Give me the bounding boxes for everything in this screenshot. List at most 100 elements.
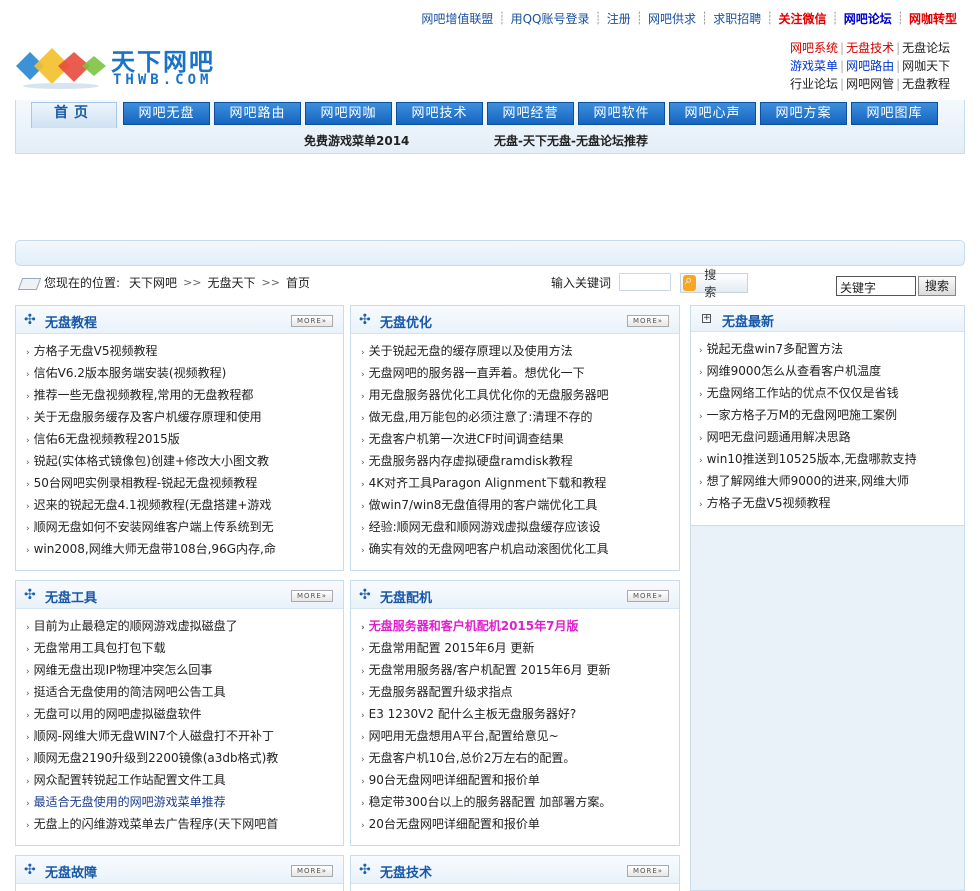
list-item[interactable]: › 无盘客户机10台,总价2万左右的配置。 xyxy=(361,747,679,769)
list-item-text: 关于无盘服务缓存及客户机缓存原理和使用 xyxy=(33,410,262,424)
quick-link[interactable]: 网咖天下 xyxy=(900,57,952,75)
more-button[interactable]: MORE» xyxy=(291,865,333,877)
list-item[interactable]: › 无盘服务器内存虚拟硬盘ramdisk教程 xyxy=(361,450,679,472)
quick-link[interactable]: 网吧系统 xyxy=(788,39,840,57)
quick-link[interactable]: 无盘论坛 xyxy=(900,39,952,57)
nav-tab[interactable]: 网吧无盘 xyxy=(123,102,210,125)
list-item[interactable]: › 用无盘服务器优化工具优化你的无盘服务器吧 xyxy=(361,384,679,406)
box-title[interactable]: 无盘优化 xyxy=(380,312,432,331)
top-link[interactable]: 网吧供求 xyxy=(643,10,701,27)
nav-tab[interactable]: 网吧技术 xyxy=(396,102,483,125)
quick-link[interactable]: 网吧路由 xyxy=(844,57,896,75)
top-link[interactable]: 用QQ账号登录 xyxy=(506,10,595,27)
top-link[interactable]: 注册 xyxy=(602,10,636,27)
list-item[interactable]: › 关于锐起无盘的缓存原理以及使用方法 xyxy=(361,340,679,362)
list-item[interactable]: › 无盘服务器配置升级求指点 xyxy=(361,681,679,703)
list-item[interactable]: › 顺网无盘如何不安装网维客户端上传系统到无 xyxy=(26,516,343,538)
more-button[interactable]: MORE» xyxy=(627,315,669,327)
list-item[interactable]: › win2008,网维大师无盘带108台,96G内存,命 xyxy=(26,538,343,560)
box-title[interactable]: 无盘配机 xyxy=(380,587,432,606)
quick-link[interactable]: 游戏菜单 xyxy=(788,57,840,75)
quick-link[interactable]: 无盘教程 xyxy=(900,75,952,93)
list-item[interactable]: › 网维无盘出现IP物理冲突怎么回事 xyxy=(26,659,343,681)
top-link[interactable]: 网咖转型 xyxy=(904,10,962,27)
list-item[interactable]: › 无盘可以用的网吧虚拟磁盘软件 xyxy=(26,703,343,725)
list-item[interactable]: › 无盘上的闪维游戏菜单去广告程序(天下网吧首 xyxy=(26,813,343,835)
list-item[interactable]: › 网维9000怎么从查看客户机温度 xyxy=(699,360,964,382)
search-submit-button[interactable]: 搜索 xyxy=(918,276,956,296)
list-item[interactable]: › 信佑6无盘视频教程2015版 xyxy=(26,428,343,450)
list-item[interactable]: › 20台无盘网吧详细配置和报价单 xyxy=(361,813,679,835)
list-item[interactable]: › 经验:顺网无盘和顺网游戏虚拟盘缓存应该设 xyxy=(361,516,679,538)
quick-link[interactable]: 网吧网管 xyxy=(844,75,896,93)
list-item[interactable]: › 网众配置转锐起工作站配置文件工具 xyxy=(26,769,343,791)
box-title[interactable]: 无盘工具 xyxy=(45,587,97,606)
list-item[interactable]: › 顺网-网维大师无盘WIN7个人磁盘打不开补丁 xyxy=(26,725,343,747)
list-item[interactable]: › 信佑V6.2版本服务端安装(视频教程) xyxy=(26,362,343,384)
nav-tab[interactable]: 网吧网咖 xyxy=(305,102,392,125)
box-title[interactable]: 无盘教程 xyxy=(45,312,97,331)
list-item[interactable]: › 无盘常用配置 2015年6月 更新 xyxy=(361,637,679,659)
list-item[interactable]: › 无盘常用工具包打包下载 xyxy=(26,637,343,659)
nav-tab[interactable]: 网吧图库 xyxy=(851,102,938,125)
list-item[interactable]: › 无盘客户机第一次进CF时间调查结果 xyxy=(361,428,679,450)
top-link[interactable]: 网吧论坛 xyxy=(839,10,897,27)
nav-tab[interactable]: 网吧心声 xyxy=(669,102,756,125)
subnav-forum-link[interactable]: 无盘-天下无盘-无盘论坛推荐 xyxy=(494,132,648,149)
more-button[interactable]: MORE» xyxy=(627,590,669,602)
crumb-current[interactable]: 首页 xyxy=(286,274,310,291)
list-item[interactable]: › 最适合无盘使用的网吧游戏菜单推荐 xyxy=(26,791,343,813)
nav-tab[interactable]: 网吧软件 xyxy=(578,102,665,125)
list-item[interactable]: › E3 1230V2 配什么主板无盘服务器好? xyxy=(361,703,679,725)
site-logo[interactable]: 天下网吧 THWB.COM xyxy=(16,42,231,92)
quick-link[interactable]: 行业论坛 xyxy=(788,75,840,93)
nav-tab[interactable]: 网吧路由 xyxy=(214,102,301,125)
list-item[interactable]: › 网吧无盘问题通用解决思路 xyxy=(699,426,964,448)
keyword-field[interactable]: 关键字 xyxy=(836,276,916,296)
list-item[interactable]: › 方格子无盘V5视频教程 xyxy=(26,340,343,362)
list-item[interactable]: › 无盘服务器和客户机配机2015年7月版 xyxy=(361,615,679,637)
list-item[interactable]: › 锐起(实体格式镜像包)创建+修改大小图文教 xyxy=(26,450,343,472)
list-item[interactable]: › 锐起无盘win7多配置方法 xyxy=(699,338,964,360)
quick-link[interactable]: 无盘技术 xyxy=(844,39,896,57)
tab-home[interactable]: 首页 xyxy=(31,102,117,128)
list-item[interactable]: › 无盘网吧的服务器一直弄着。想优化一下 xyxy=(361,362,679,384)
list-item[interactable]: › 方格子无盘V5视频教程 xyxy=(699,492,964,514)
top-link[interactable]: 关注微信 xyxy=(773,10,831,27)
list-item[interactable]: › 一家方格子万M的无盘网吧施工案例 xyxy=(699,404,964,426)
list-item[interactable]: › win10推送到10525版本,无盘哪款支持 xyxy=(699,448,964,470)
list-item[interactable]: › 稳定带300台以上的服务器配置 加部署方案。 xyxy=(361,791,679,813)
more-button[interactable]: MORE» xyxy=(627,865,669,877)
more-button[interactable]: MORE» xyxy=(291,590,333,602)
nav-tab[interactable]: 网吧经营 xyxy=(487,102,574,125)
subnav-game-menu-link[interactable]: 免费游戏菜单2014 xyxy=(304,132,409,149)
list-item[interactable]: › 顺网无盘2190升级到2200镜像(a3db格式)教 xyxy=(26,747,343,769)
list-item[interactable]: › 确实有效的无盘网吧客户机启动滚图优化工具 xyxy=(361,538,679,560)
box-title[interactable]: 无盘技术 xyxy=(380,862,432,881)
crumb-section[interactable]: 无盘天下 xyxy=(208,274,256,291)
list-item[interactable]: › 90台无盘网吧详细配置和报价单 xyxy=(361,769,679,791)
list-item[interactable]: › 4K对齐工具Paragon Alignment下载和教程 xyxy=(361,472,679,494)
top-link[interactable]: 求职招聘 xyxy=(708,10,766,27)
list-item[interactable]: › 关于无盘服务缓存及客户机缓存原理和使用 xyxy=(26,406,343,428)
nav-tab[interactable]: 网吧方案 xyxy=(760,102,847,125)
list-item[interactable]: › 做win7/win8无盘值得用的客户端优化工具 xyxy=(361,494,679,516)
list-item[interactable]: › 迟来的锐起无盘4.1视频教程(无盘搭建+游戏 xyxy=(26,494,343,516)
more-button[interactable]: MORE» xyxy=(291,315,333,327)
box-title[interactable]: 无盘故障 xyxy=(45,862,97,881)
list-item[interactable]: › 网吧用无盘想用A平台,配置给意见~ xyxy=(361,725,679,747)
list-item[interactable]: › 做无盘,用万能包的必须注意了:清理不存的 xyxy=(361,406,679,428)
list-item[interactable]: › 无盘网络工作站的优点不仅仅是省钱 xyxy=(699,382,964,404)
list-item[interactable]: › 目前为止最稳定的顺网游戏虚拟磁盘了 xyxy=(26,615,343,637)
list-item[interactable]: › 推荐一些无盘视频教程,常用的无盘教程都 xyxy=(26,384,343,406)
list-item[interactable]: › 50台网吧实例录相教程-锐起无盘视频教程 xyxy=(26,472,343,494)
list-item[interactable]: › 无盘常用服务器/客户机配置 2015年6月 更新 xyxy=(361,659,679,681)
location-icon xyxy=(18,274,40,290)
crumb-home[interactable]: 天下网吧 xyxy=(129,274,177,291)
list-item[interactable]: › 想了解网维大师9000的进来,网维大师 xyxy=(699,470,964,492)
top-link[interactable]: 网吧增值联盟 xyxy=(416,10,498,27)
list-item[interactable]: › 挺适合无盘使用的简洁网吧公告工具 xyxy=(26,681,343,703)
search-button[interactable]: 搜 索 xyxy=(680,268,748,299)
expand-icon[interactable]: + xyxy=(702,314,711,323)
keyword-input[interactable] xyxy=(619,273,671,291)
